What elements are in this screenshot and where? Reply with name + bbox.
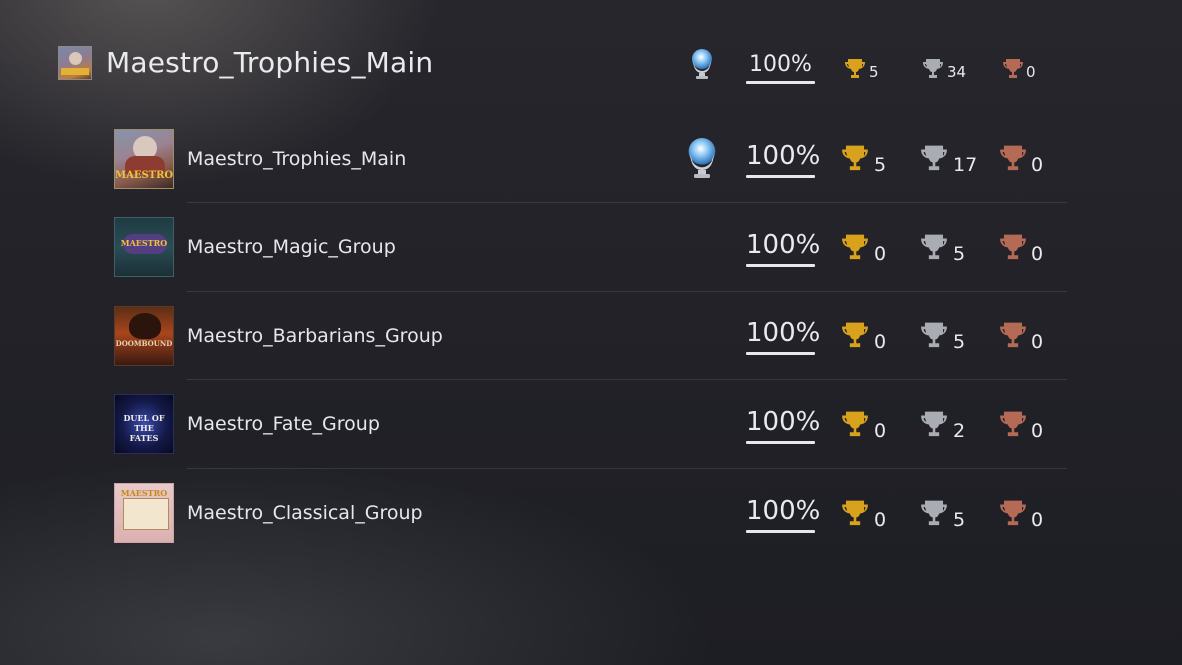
header-progress-percent: 100% — [749, 52, 812, 77]
group-progress: 100% — [746, 407, 821, 444]
silver-count: 5 — [953, 509, 966, 531]
bronze-trophy-icon — [1003, 57, 1023, 81]
thumbnail-logo-text: MAESTRO — [115, 170, 174, 181]
row-divider — [187, 202, 1067, 203]
group-progress-bar — [746, 264, 815, 267]
group-progress-bar — [746, 175, 815, 178]
group-name: Maestro_Trophies_Main — [187, 148, 407, 170]
fate-group-thumbnail: DUEL OF THE FATES — [114, 394, 174, 454]
group-progress: 100% — [746, 496, 821, 533]
platinum-trophy-icon — [690, 47, 714, 81]
gold-count: 0 — [874, 509, 887, 531]
gold-count: 0 — [874, 243, 887, 265]
group-progress-percent: 100% — [746, 496, 821, 526]
group-progress-percent: 100% — [746, 318, 821, 348]
silver-trophy-icon — [923, 57, 943, 81]
barbarians-group-thumbnail: DOOMBOUND — [114, 306, 174, 366]
bronze-count: 0 — [1031, 243, 1044, 265]
bronze-count: 0 — [1031, 331, 1044, 353]
group-progress-bar — [746, 530, 815, 533]
header-progress: 100% — [746, 52, 815, 84]
gold-trophy-icon — [842, 320, 868, 351]
gold-count: 5 — [874, 154, 887, 176]
row-divider — [187, 468, 1067, 469]
gold-trophy-icon — [842, 232, 868, 263]
header-progress-bar — [746, 81, 815, 84]
group-progress: 100% — [746, 318, 821, 355]
group-progress: 100% — [746, 230, 821, 267]
thumbnail-logo-text: DUEL OF THE FATES — [123, 413, 165, 443]
bronze-count: 0 — [1031, 420, 1044, 442]
group-progress-percent: 100% — [746, 230, 821, 260]
maestro-main-thumbnail: MAESTRO — [114, 129, 174, 189]
group-progress-percent: 100% — [746, 141, 821, 171]
group-name: Maestro_Magic_Group — [187, 236, 396, 258]
group-progress: 100% — [746, 141, 821, 178]
thumbnail-logo-text: MAESTRO — [120, 488, 168, 498]
silver-trophy-icon — [921, 232, 947, 263]
bronze-count: 0 — [1031, 154, 1044, 176]
bronze-trophy-icon — [1000, 143, 1026, 174]
gold-trophy-icon — [842, 498, 868, 529]
platinum-trophy-icon — [686, 134, 718, 182]
row-divider — [187, 379, 1067, 380]
maestro-game-icon — [58, 46, 92, 80]
gold-trophy-icon — [842, 409, 868, 440]
bronze-trophy-icon — [1000, 409, 1026, 440]
silver-trophy-icon — [921, 409, 947, 440]
gold-trophy-icon — [842, 143, 868, 174]
group-progress-bar — [746, 352, 815, 355]
thumbnail-logo-text: DOOMBOUND — [115, 339, 173, 348]
bronze-count: 0 — [1031, 509, 1044, 531]
silver-trophy-icon — [921, 498, 947, 529]
bronze-trophy-icon — [1000, 498, 1026, 529]
silver-count: 17 — [953, 154, 978, 176]
silver-count: 5 — [953, 331, 966, 353]
bronze-trophy-icon — [1000, 232, 1026, 263]
gold-trophy-icon — [845, 57, 865, 81]
group-progress-percent: 100% — [746, 407, 821, 437]
gold-count: 0 — [874, 331, 887, 353]
header-silver-count: 34 — [947, 63, 967, 81]
silver-count: 5 — [953, 243, 966, 265]
gold-count: 0 — [874, 420, 887, 442]
group-name: Maestro_Fate_Group — [187, 413, 380, 435]
group-name: Maestro_Barbarians_Group — [187, 325, 443, 347]
silver-trophy-icon — [921, 143, 947, 174]
group-name: Maestro_Classical_Group — [187, 502, 423, 524]
thumbnail-logo-text: MAESTRO — [120, 238, 168, 248]
magic-group-thumbnail: MAESTRO — [114, 217, 174, 277]
row-divider — [187, 291, 1067, 292]
classical-group-thumbnail: MAESTRO — [114, 483, 174, 543]
group-progress-bar — [746, 441, 815, 444]
header-gold-count: 5 — [869, 63, 879, 81]
silver-count: 2 — [953, 420, 966, 442]
game-title: Maestro_Trophies_Main — [106, 46, 434, 79]
header-bronze-count: 0 — [1026, 63, 1036, 81]
bronze-trophy-icon — [1000, 320, 1026, 351]
silver-trophy-icon — [921, 320, 947, 351]
